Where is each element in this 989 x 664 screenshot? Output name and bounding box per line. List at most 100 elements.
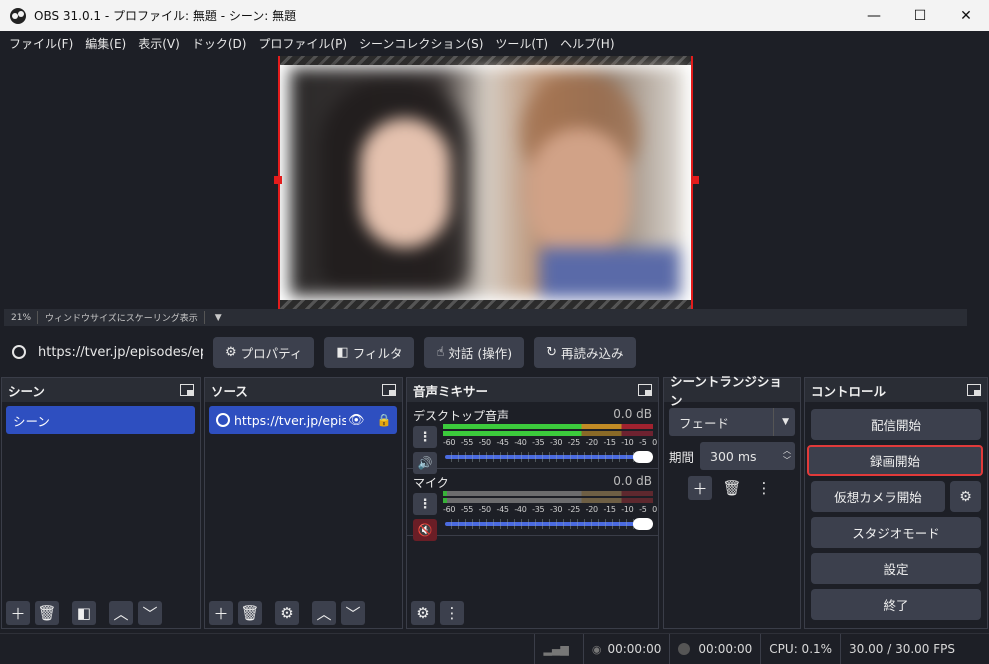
menu-tools[interactable]: ツール(T) (490, 35, 553, 52)
mixer-menu-button[interactable]: ⋮ (440, 601, 464, 625)
fps-display: 30.00 / 30.00 FPS (840, 633, 989, 664)
channel-name: マイク (413, 476, 449, 490)
scene-filters-button[interactable]: ◧ (72, 601, 96, 625)
canvas-border-bottom (280, 300, 691, 309)
menu-edit[interactable]: 編集(E) (80, 35, 131, 52)
preview-area[interactable] (4, 56, 967, 309)
settings-button[interactable]: 設定 (811, 553, 981, 584)
menu-scene-collection[interactable]: シーンコレクション(S) (354, 35, 488, 52)
mixer-settings-button[interactable]: ⚙ (411, 601, 435, 625)
controls-dock: コントロール 配信開始 録画開始 仮想カメラ開始 ⚙ スタジオモード 設定 終了 (804, 377, 988, 629)
menu-bar: ファイル(F) 編集(E) 表示(V) ドック(D) プロファイル(P) シーン… (0, 31, 989, 56)
remove-scene-button[interactable]: 🗑 (35, 601, 59, 625)
remove-source-button[interactable]: 🗑 (238, 601, 262, 625)
eye-icon[interactable]: 👁 (348, 413, 365, 428)
undock-icon[interactable] (180, 384, 194, 396)
properties-button[interactable]: ⚙ プロパティ (213, 336, 315, 368)
source-item[interactable]: https://tver.jp/episodes 👁 🔒 (209, 406, 397, 434)
stream-time: 00:00:00 (607, 642, 662, 656)
volume-slider[interactable] (445, 451, 653, 463)
source-properties-button[interactable]: ⚙ (275, 601, 299, 625)
undock-icon[interactable] (967, 384, 981, 396)
duration-value: 300 ms (710, 448, 757, 464)
transition-menu-button[interactable]: ⋮ (752, 476, 776, 500)
preview-scrollbar[interactable] (967, 56, 989, 309)
duration-label: 期間 (669, 449, 695, 465)
channel-db: 0.0 dB (613, 407, 652, 421)
spinner-icon[interactable]: ︿ ﹀ (783, 446, 791, 466)
menu-file[interactable]: ファイル(F) (4, 35, 78, 52)
add-source-button[interactable]: ＋ (209, 601, 233, 625)
remove-transition-button[interactable]: 🗑 (720, 476, 744, 500)
window-title: OBS 31.0.1 - プロファイル: 無題 - シーン: 無題 (34, 9, 297, 23)
exit-button[interactable]: 終了 (811, 589, 981, 620)
muted-speaker-icon[interactable]: 🔇 (413, 519, 437, 541)
browser-source-image (290, 68, 683, 298)
scenes-dock: シーン シーン ＋ 🗑 ◧ ︿ ﹀ (1, 377, 201, 629)
dropdown-arrow-icon: ▼ (773, 408, 789, 436)
transition-selected: フェード (679, 415, 730, 431)
meter-ticks: -60 -55 -50 -45 -40 -35 -30 -25 -20 -15 -10 -5 0 (443, 438, 657, 447)
resize-handle-left[interactable] (274, 176, 282, 184)
move-up-button[interactable]: ︿ (109, 601, 133, 625)
menu-help[interactable]: ヘルプ(H) (555, 35, 619, 52)
source-move-up-button[interactable]: ︿ (312, 601, 336, 625)
selected-source-name: https://tver.jp/episodes/ep (38, 344, 203, 360)
filters-button[interactable]: ◧ フィルタ (324, 336, 415, 368)
volume-slider[interactable] (445, 518, 653, 530)
resize-handle-right[interactable] (691, 176, 699, 184)
gear-icon[interactable]: ⚙ (950, 481, 981, 512)
add-scene-button[interactable]: ＋ (6, 601, 30, 625)
scaling-mode: ウィンドウサイズにスケーリング表示 (45, 314, 198, 324)
record-time: 00:00:00 (698, 642, 753, 656)
scenes-title: シーン (8, 383, 45, 399)
meter-ticks: -60 -55 -50 -45 -40 -35 -30 -25 -20 -15 -10 -5 0 (443, 505, 657, 514)
source-item-name: https://tver.jp/episodes (234, 412, 346, 428)
source-move-down-button[interactable]: ﹀ (341, 601, 365, 625)
sources-dock: ソース https://tver.jp/episodes 👁 🔒 ＋ 🗑 ⚙ ︿… (204, 377, 403, 629)
audio-mixer-dock: 音声ミキサー デスクトップ音声 0.0 dB ⋮ -60 -55 -50 -45 -40… (406, 377, 659, 629)
volume-slider-knob[interactable] (633, 518, 653, 530)
virtual-camera-button[interactable]: 仮想カメラ開始 (811, 481, 945, 512)
menu-docks[interactable]: ドック(D) (187, 35, 252, 52)
move-down-button[interactable]: ﹀ (138, 601, 162, 625)
mixer-channel-mic: マイク 0.0 dB ⋮ -60 -55 -50 -45 -40 -35 -30 -25 -20… (407, 469, 658, 541)
scene-item[interactable]: シーン (6, 406, 195, 434)
signal-bars-icon: ▂▄▆ (543, 642, 569, 656)
interact-button[interactable]: ☝ 対話 (操作) (424, 336, 525, 368)
transitions-title: シーントランジション (670, 374, 782, 408)
record-status: 00:00:00 (669, 633, 760, 664)
menu-profile[interactable]: プロファイル(P) (253, 35, 352, 52)
status-bar: ▂▄▆ ◉ 00:00:00 00:00:00 CPU: 0.1% 30.00 /… (0, 633, 989, 664)
refresh-button[interactable]: ↻ 再読み込み (534, 336, 636, 368)
undock-icon[interactable] (382, 384, 396, 396)
network-status: ▂▄▆ (534, 633, 582, 664)
add-transition-button[interactable]: ＋ (688, 476, 712, 500)
kebab-menu-icon[interactable]: ⋮ (413, 426, 437, 448)
lock-icon[interactable]: 🔒 (377, 413, 392, 427)
canvas-border-top (280, 56, 691, 65)
start-recording-button[interactable]: 録画開始 (807, 445, 983, 476)
scaling-dropdown-icon[interactable]: ▼ (215, 313, 222, 323)
hand-pointer-icon: ☝ (436, 344, 445, 360)
refresh-icon: ↻ (546, 344, 558, 360)
transition-select[interactable]: フェード ▼ (669, 408, 795, 436)
minimize-button[interactable]: — (851, 0, 897, 31)
menu-view[interactable]: 表示(V) (133, 35, 185, 52)
close-button[interactable]: ✕ (943, 0, 989, 31)
volume-meter (443, 424, 653, 438)
cpu-usage: CPU: 0.1% (760, 633, 840, 664)
globe-icon (216, 413, 230, 427)
maximize-button[interactable]: ☐ (897, 0, 943, 31)
kebab-menu-icon[interactable]: ⋮ (413, 493, 437, 515)
studio-mode-button[interactable]: スタジオモード (811, 517, 981, 548)
duration-input[interactable]: 300 ms ︿ ﹀ (700, 442, 795, 470)
preview-canvas[interactable] (278, 56, 693, 309)
broadcast-icon: ◉ (591, 642, 602, 656)
preview-scale-bar: 21% ウィンドウサイズにスケーリング表示 ▼ (4, 309, 967, 326)
sources-title: ソース (211, 383, 248, 399)
globe-icon (12, 345, 26, 359)
volume-slider-knob[interactable] (633, 451, 653, 463)
start-streaming-button[interactable]: 配信開始 (811, 409, 981, 440)
undock-icon[interactable] (638, 384, 652, 396)
